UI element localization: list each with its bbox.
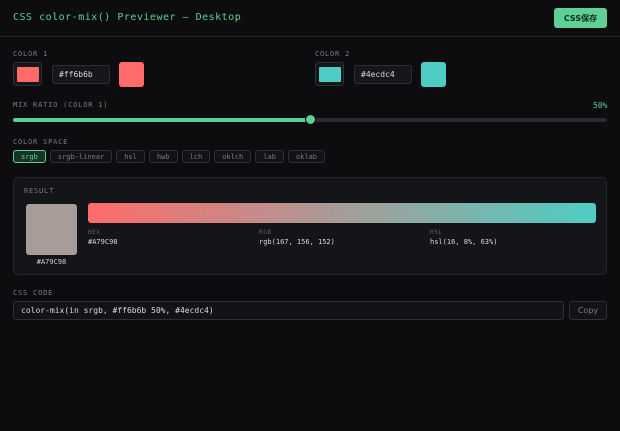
save-css-button[interactable]: CSS保存 — [554, 8, 607, 28]
css-code-output[interactable]: color-mix(in srgb, #ff6b6b 50%, #4ecdc4) — [13, 301, 564, 320]
result-panel: RESULT #A79C98 HEX #A79C98 RGB rgb(167, … — [13, 177, 607, 275]
color2-picker-button[interactable] — [315, 62, 344, 86]
color2-label: COLOR 2 — [315, 50, 351, 58]
color-space-option-lch[interactable]: lch — [181, 150, 211, 163]
color1-picker-swatch — [16, 66, 39, 82]
color-space-label: COLOR SPACE — [13, 138, 69, 146]
color1-picker-button[interactable] — [13, 62, 42, 86]
color1-preview — [119, 62, 144, 87]
color-space-option-hsl[interactable]: hsl — [116, 150, 145, 163]
header-bar: CSS color-mix() Previewer — Desktop CSS保… — [0, 0, 620, 37]
result-label: RESULT — [24, 187, 55, 195]
page-title: CSS color-mix() Previewer — Desktop — [13, 12, 242, 23]
hsl-value-label: HSL — [430, 229, 443, 236]
hex-value: #A79C98 — [88, 238, 118, 246]
color-space-option-oklab[interactable]: oklab — [287, 150, 325, 163]
color-space-option-lab[interactable]: lab — [255, 150, 284, 163]
color-space-option-oklch[interactable]: oklch — [214, 150, 252, 163]
mix-ratio-label: MIX RATIO (COLOR 1) — [13, 101, 109, 109]
mix-ratio-slider-fill — [13, 118, 310, 122]
hsl-value: hsl(16, 8%, 63%) — [430, 238, 498, 246]
color-space-option-srgb[interactable]: srgb — [13, 150, 46, 163]
copy-button[interactable]: Copy — [569, 301, 607, 320]
hex-value-block: HEX #A79C98 — [88, 229, 118, 246]
hex-value-label: HEX — [88, 229, 101, 236]
color-space-options: srgb srgb-linear hsl hwb lch oklch lab oklab — [13, 150, 325, 163]
result-swatch-caption: #A79C98 — [36, 258, 67, 266]
rgb-value-block: RGB rgb(167, 156, 152) — [259, 229, 335, 246]
mix-ratio-slider-thumb[interactable] — [305, 114, 316, 125]
color2-hex-input[interactable]: #4ecdc4 — [354, 65, 412, 84]
hsl-value-block: HSL hsl(16, 8%, 63%) — [430, 229, 497, 246]
color-space-option-srgb-linear[interactable]: srgb-linear — [49, 150, 113, 163]
mix-ratio-value: 50% — [593, 101, 608, 110]
gradient-preview-bar — [88, 203, 596, 223]
rgb-value-label: RGB — [259, 229, 272, 236]
color1-hex-input[interactable]: #ff6b6b — [52, 65, 110, 84]
rgb-value: rgb(167, 156, 152) — [259, 238, 335, 246]
result-swatch — [26, 204, 77, 255]
color-space-option-hwb[interactable]: hwb — [148, 150, 178, 163]
color1-label: COLOR 1 — [13, 50, 49, 58]
color2-preview — [421, 62, 446, 87]
color2-picker-swatch — [318, 66, 341, 82]
css-code-label: CSS CODE — [13, 289, 54, 297]
